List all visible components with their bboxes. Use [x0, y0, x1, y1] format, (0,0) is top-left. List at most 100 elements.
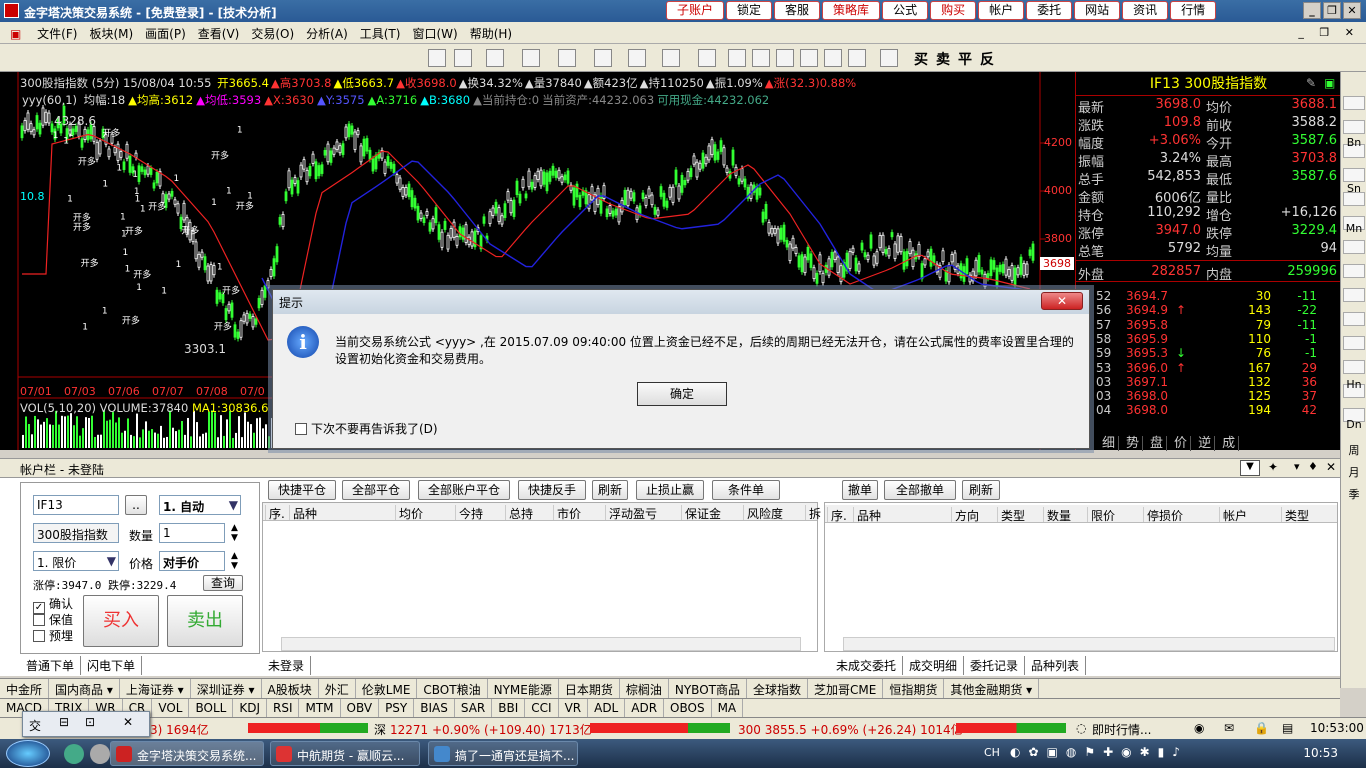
price-stepper[interactable]: ▲ ▼ [231, 551, 238, 571]
query-button[interactable]: 查询 [203, 575, 243, 591]
bars-tool-icon[interactable] [522, 49, 540, 67]
sidebar-tool-icon[interactable] [1343, 336, 1365, 350]
top-button-5[interactable]: 购买 [930, 1, 977, 20]
sidebar-tool-icon[interactable] [1343, 312, 1365, 326]
close-button[interactable]: ✕ [1343, 2, 1361, 19]
indicator-tab-obos[interactable]: OBOS [664, 699, 712, 717]
floatwin-close-icon[interactable]: ✕ [123, 715, 133, 729]
top-button-1[interactable]: 锁定 [726, 1, 773, 20]
order-hscroll[interactable] [843, 637, 1335, 651]
checkbox-box[interactable] [33, 630, 45, 642]
info-icon[interactable]: ◌ [1076, 721, 1086, 735]
period-0[interactable]: Bn [1343, 136, 1365, 154]
dont-show-again-checkbox[interactable]: 下次不要再告诉我了(D) [295, 420, 438, 437]
qty-input[interactable]: 1 [159, 523, 225, 543]
sidebar-tool-icon[interactable] [1343, 264, 1365, 278]
price-type-select[interactable]: 1. 限价 ▼ [33, 551, 119, 571]
sidebar-tool-icon[interactable] [1343, 288, 1365, 302]
chevron-down-icon[interactable]: ▼ [229, 498, 238, 512]
language-indicator[interactable]: CH [984, 746, 1000, 759]
indicator-tab-kdj[interactable]: KDJ [233, 699, 267, 717]
menu-item-7[interactable]: 窗口(W) [406, 22, 463, 45]
task-browser[interactable]: 搞了一通宵还是搞不... [428, 741, 578, 766]
menu-item-0[interactable]: 文件(F) [31, 22, 83, 45]
indicator-tab-adl[interactable]: ADL [588, 699, 626, 717]
panel-menu-icon[interactable]: ▾ [1294, 460, 1300, 473]
tick-tab-4[interactable]: 逆 [1195, 436, 1216, 451]
period-6[interactable]: 月 [1343, 464, 1365, 482]
market-tab-13[interactable]: 芝加哥CME [808, 679, 884, 700]
market-tab-14[interactable]: 恒指期货 [883, 679, 945, 700]
pos-col-header[interactable]: 序. [265, 505, 285, 521]
indicator-tab-sar[interactable]: SAR [455, 699, 493, 717]
pos-col-header[interactable]: 总持 [505, 505, 533, 521]
market-tab-2[interactable]: 上海证券 ▾ [120, 679, 191, 700]
tick-tab-3[interactable]: 价 [1171, 436, 1192, 451]
account-dropdown-icon[interactable]: ▼ [1240, 460, 1260, 476]
indicator-tab-obv[interactable]: OBV [341, 699, 380, 717]
ord-record-tab-0[interactable]: 未成交委托 [830, 656, 904, 675]
mdi-controls[interactable]: _ ❐ ✕ [1298, 26, 1360, 39]
template-tool-icon[interactable] [880, 49, 898, 67]
tray-icons[interactable]: ◐✿▣◍⚑✚◉✱▮♪ [1010, 745, 1188, 759]
delete-tool-icon[interactable] [752, 49, 770, 67]
pos-button-3[interactable]: 快捷反手 [518, 480, 586, 500]
ellipse-tool-icon[interactable] [698, 49, 716, 67]
ord-button-2[interactable]: 刷新 [962, 480, 1000, 500]
market-tab-9[interactable]: 日本期货 [559, 679, 620, 700]
cursor-tool-icon[interactable] [428, 49, 446, 67]
position-hscroll[interactable] [281, 637, 801, 651]
sell-button[interactable]: 卖出 [167, 595, 243, 647]
period-7[interactable]: 季 [1343, 486, 1365, 504]
sidebar-tool-icon[interactable] [1343, 168, 1365, 182]
menu-item-4[interactable]: 交易(O) [245, 22, 300, 45]
ord-col-header[interactable]: 类型 [1281, 507, 1309, 523]
check-0[interactable]: ✓ 确认 [33, 595, 73, 614]
channel-tool-icon[interactable] [558, 49, 576, 67]
market-tabs[interactable]: 中金所 国内商品 ▾ 上海证券 ▾ 深圳证券 ▾ A股板块 外汇 伦敦LME CBOT粮油 NY… [0, 678, 1340, 700]
top-button-3[interactable]: 策略库 [822, 1, 881, 20]
indicator-tab-adr[interactable]: ADR [625, 699, 665, 717]
ord-button-0[interactable]: 撤单 [842, 480, 878, 500]
checkbox-box[interactable] [295, 423, 307, 435]
pos-button-2[interactable]: 全部账户平仓 [418, 480, 510, 500]
ord-col-header[interactable]: 品种 [853, 507, 881, 523]
market-tab-3[interactable]: 深圳证券 ▾ [191, 679, 262, 700]
indicator-tab-boll[interactable]: BOLL [189, 699, 234, 717]
indicator-tab-rsi[interactable]: RSI [267, 699, 300, 717]
market-tab-6[interactable]: 伦敦LME [356, 679, 418, 700]
wand-icon[interactable]: ✦ [1268, 460, 1278, 474]
indicator-tab-vr[interactable]: VR [559, 699, 589, 717]
market-tab-15[interactable]: 其他金融期货 ▾ [944, 679, 1040, 700]
period-3[interactable]: Hn [1343, 378, 1365, 396]
order-tab-0[interactable]: 普通下单 [20, 656, 82, 675]
period-1[interactable]: Sn [1343, 182, 1365, 200]
label-tool-icon[interactable] [728, 49, 746, 67]
pos-col-header[interactable]: 风险度 [743, 505, 783, 521]
top-button-7[interactable]: 委托 [1026, 1, 1073, 20]
pos-col-header[interactable]: 品种 [289, 505, 317, 521]
pos-col-header[interactable]: 市价 [553, 505, 581, 521]
tick-tab-5[interactable]: 成 [1219, 436, 1240, 451]
pos-col-header[interactable]: 今持 [455, 505, 483, 521]
panel-close-icon[interactable]: ✕ [1326, 460, 1336, 474]
check-2[interactable]: 预埋 [33, 627, 73, 643]
period-4[interactable]: Dn [1343, 418, 1365, 436]
code-picker-button[interactable]: .. [125, 495, 147, 515]
indicator-tab-bbi[interactable]: BBI [492, 699, 526, 717]
pos-col-header[interactable]: 均价 [395, 505, 423, 521]
indicator-tab-cci[interactable]: CCI [525, 699, 559, 717]
tick-tabs[interactable]: 细势盘价逆成 [1095, 432, 1340, 451]
ord-col-header[interactable]: 类型 [997, 507, 1025, 523]
ord-record-tab-1[interactable]: 成交明细 [903, 656, 965, 675]
task-avic[interactable]: 中航期货 - 赢顺云... [270, 741, 420, 766]
indicator-tabs[interactable]: MACD TRIX WR CR VOL BOLL KDJ RSI MTM OBV PSY BIAS SA… [0, 698, 1340, 717]
order-grid[interactable]: 序. 品种 方向 类型 数量 限价 停损价 帐户 类型 [824, 502, 1338, 652]
price-input[interactable]: 对手价 [159, 551, 225, 571]
check-1[interactable]: 保值 [33, 611, 73, 627]
lock-icon[interactable]: 🔒 [1254, 721, 1269, 735]
chevron-down-icon[interactable]: ▼ [107, 554, 116, 568]
mode-select[interactable]: 1. 自动 ▼ [159, 495, 241, 515]
pin-icon[interactable]: ♦ [1308, 460, 1318, 473]
top-button-8[interactable]: 网站 [1074, 1, 1121, 20]
